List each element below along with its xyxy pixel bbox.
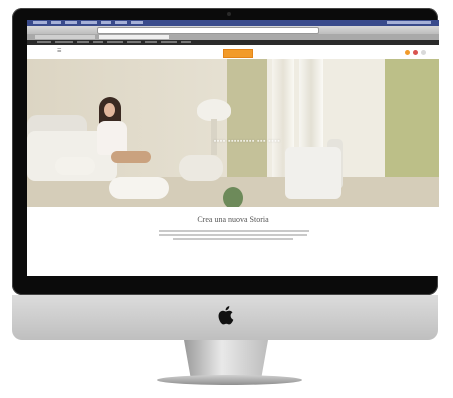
armchair (285, 147, 341, 199)
paragraph-line (159, 234, 307, 236)
bookmark-item[interactable] (77, 41, 89, 43)
browser-tab-active[interactable] (99, 35, 169, 39)
header-actions (405, 49, 427, 56)
bookmark-item[interactable] (145, 41, 157, 43)
bookmark-item[interactable] (181, 41, 191, 43)
camera-icon (227, 12, 231, 16)
model-face (104, 103, 115, 117)
display-screen: ☰ ▪▪▪▪ ▪▪▪▪▪▪▪▪▪ ▪▪▪ ▪▪▪▪ Crea una nuova… (27, 20, 439, 276)
menu-item[interactable] (101, 21, 111, 24)
paragraph-line (173, 238, 293, 240)
header-action-icon[interactable] (413, 50, 418, 55)
bookmark-item[interactable] (37, 41, 51, 43)
stool (179, 155, 223, 181)
menu-item[interactable] (65, 21, 77, 24)
browser-tab[interactable] (35, 35, 95, 39)
address-bar[interactable] (97, 27, 319, 34)
menu-status (387, 21, 431, 24)
menu-item[interactable] (51, 21, 61, 24)
imac-mockup: ☰ ▪▪▪▪ ▪▪▪▪▪▪▪▪▪ ▪▪▪ ▪▪▪▪ Crea una nuova… (0, 0, 453, 398)
bookmark-item[interactable] (161, 41, 177, 43)
lamp-shade (197, 99, 231, 121)
bookmark-item[interactable] (93, 41, 103, 43)
green-vase (223, 187, 243, 207)
coffee-table (109, 177, 169, 199)
model-legs (111, 151, 151, 163)
side-table (55, 157, 95, 175)
hero-headline: ▪▪▪▪ ▪▪▪▪▪▪▪▪▪ ▪▪▪ ▪▪▪▪ (213, 137, 281, 145)
header-action-icon[interactable] (421, 50, 426, 55)
apple-logo-icon (218, 306, 234, 325)
bookmark-item[interactable] (55, 41, 73, 43)
menu-item[interactable] (81, 21, 97, 24)
paragraph-line (159, 230, 309, 232)
menu-item[interactable] (131, 21, 143, 24)
imac-stand-neck (184, 340, 268, 378)
model-body (97, 121, 127, 155)
content-title: Crea una nuova Storia (197, 215, 269, 224)
hamburger-menu-icon[interactable]: ☰ (57, 48, 61, 54)
bookmark-item[interactable] (107, 41, 123, 43)
imac-stand-base (157, 375, 302, 385)
bookmark-item[interactable] (127, 41, 141, 43)
hero-image: ▪▪▪▪ ▪▪▪▪▪▪▪▪▪ ▪▪▪ ▪▪▪▪ (27, 59, 439, 207)
menu-item[interactable] (115, 21, 127, 24)
menu-item[interactable] (33, 21, 47, 24)
site-logo[interactable] (223, 49, 253, 58)
header-action-icon[interactable] (405, 50, 410, 55)
